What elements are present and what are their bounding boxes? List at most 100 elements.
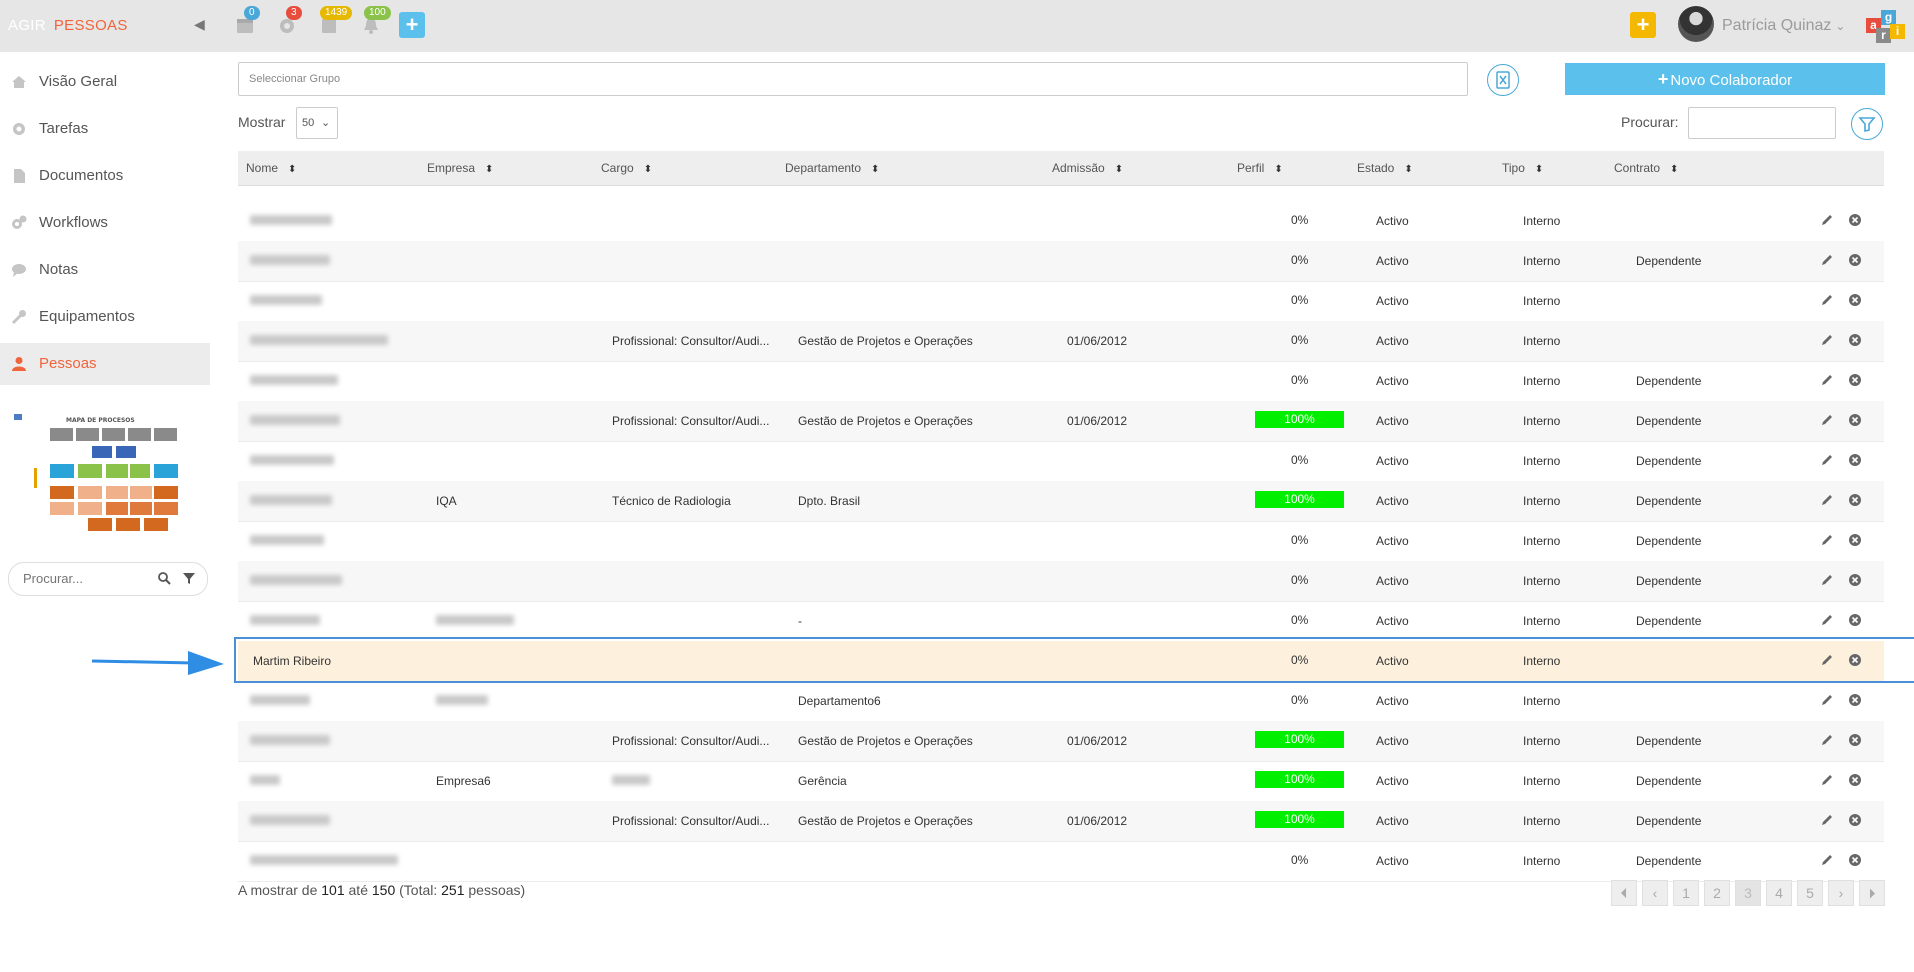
column-header-tipo[interactable]: Tipo ⬍ bbox=[1502, 161, 1543, 175]
delete-icon[interactable] bbox=[1848, 253, 1862, 267]
edit-pencil-icon[interactable] bbox=[1820, 613, 1834, 627]
sidebar-item-pessoas[interactable]: Pessoas bbox=[0, 343, 210, 385]
calendar-icon[interactable]: 0 bbox=[234, 6, 260, 36]
process-map-thumbnail[interactable]: MAPA DE PROCESOS bbox=[12, 410, 182, 540]
user-menu[interactable]: Patrícia Quinaz ⌄ bbox=[1722, 17, 1845, 35]
highlighted-row-outline bbox=[234, 637, 1914, 683]
delete-icon[interactable] bbox=[1848, 373, 1862, 387]
search-icon[interactable] bbox=[157, 571, 171, 588]
pager-next-button[interactable]: › bbox=[1828, 880, 1854, 906]
delete-icon[interactable] bbox=[1848, 693, 1862, 707]
edit-pencil-icon[interactable] bbox=[1820, 493, 1834, 507]
column-header-empresa[interactable]: Empresa ⬍ bbox=[427, 161, 493, 175]
sidebar-item-documentos[interactable]: Documentos bbox=[0, 155, 210, 197]
delete-icon[interactable] bbox=[1848, 213, 1862, 227]
table-row[interactable]: Departamento6 Activo Interno 0% bbox=[238, 681, 1884, 722]
table-row[interactable]: Activo Interno Dependente 0% bbox=[238, 561, 1884, 602]
edit-pencil-icon[interactable] bbox=[1820, 333, 1834, 347]
page-size-select[interactable]: 50 ⌄ bbox=[296, 107, 338, 139]
pager-page-1[interactable]: 1 bbox=[1673, 880, 1699, 906]
edit-pencil-icon[interactable] bbox=[1820, 253, 1834, 267]
table-row[interactable]: Profissional: Consultor/Audi... Gestão de… bbox=[238, 401, 1884, 442]
column-header-departamento[interactable]: Departamento ⬍ bbox=[785, 161, 879, 175]
column-header-nome[interactable]: Nome ⬍ bbox=[246, 161, 296, 175]
sidebar-item-workflows[interactable]: Workflows bbox=[0, 202, 210, 244]
redacted-name bbox=[250, 255, 330, 265]
table-row[interactable]: Profissional: Consultor/Audi... Gestão de… bbox=[238, 721, 1884, 762]
pager-page-2[interactable]: 2 bbox=[1704, 880, 1730, 906]
edit-pencil-icon[interactable] bbox=[1820, 373, 1834, 387]
table-row[interactable]: IQA Técnico de Radiologia Dpto. Brasil Acti… bbox=[238, 481, 1884, 522]
brand-logo[interactable]: AGIR PESSOAS bbox=[8, 17, 128, 34]
add-shortcut-button[interactable]: + bbox=[1630, 12, 1656, 38]
sidebar-item-tarefas[interactable]: Tarefas bbox=[0, 108, 210, 150]
sidebar-item-notas[interactable]: Notas bbox=[0, 249, 210, 291]
sidebar-search[interactable] bbox=[8, 562, 208, 596]
bell-icon[interactable]: 100 bbox=[360, 6, 391, 36]
table-row[interactable]: Empresa6 Gerência Activo Interno Dependente 1… bbox=[238, 761, 1884, 802]
quick-add-button[interactable]: + bbox=[399, 12, 425, 38]
tasks-icon[interactable]: 1439 bbox=[318, 6, 353, 36]
edit-pencil-icon[interactable] bbox=[1820, 853, 1834, 867]
filter-icon[interactable] bbox=[182, 571, 196, 588]
column-header-contrato[interactable]: Contrato ⬍ bbox=[1614, 161, 1678, 175]
delete-icon[interactable] bbox=[1848, 533, 1862, 547]
column-header-cargo[interactable]: Cargo ⬍ bbox=[601, 161, 652, 175]
delete-icon[interactable] bbox=[1848, 853, 1862, 867]
pager-page-5[interactable]: 5 bbox=[1797, 880, 1823, 906]
table-row[interactable]: Activo Interno Dependente 0% bbox=[238, 361, 1884, 402]
delete-icon[interactable] bbox=[1848, 813, 1862, 827]
pager-last-button[interactable]: ⏵ bbox=[1859, 880, 1885, 906]
collapse-sidebar-icon[interactable]: ◀ bbox=[194, 16, 205, 33]
edit-pencil-icon[interactable] bbox=[1820, 573, 1834, 587]
table-row[interactable]: - Activo Interno Dependente 0% bbox=[238, 601, 1884, 642]
gear-icon bbox=[10, 120, 28, 138]
table-row[interactable]: Activo Interno 0% bbox=[238, 281, 1884, 322]
sidebar-item-visao-geral[interactable]: Visão Geral bbox=[0, 61, 210, 103]
delete-icon[interactable] bbox=[1848, 493, 1862, 507]
edit-pencil-icon[interactable] bbox=[1820, 693, 1834, 707]
delete-icon[interactable] bbox=[1848, 453, 1862, 467]
edit-pencil-icon[interactable] bbox=[1820, 773, 1834, 787]
pager-page-4[interactable]: 4 bbox=[1766, 880, 1792, 906]
column-header-perfil[interactable]: Perfil ⬍ bbox=[1237, 161, 1283, 175]
edit-pencil-icon[interactable] bbox=[1820, 213, 1834, 227]
table-row[interactable]: Profissional: Consultor/Audi... Gestão de… bbox=[238, 321, 1884, 362]
table-row[interactable]: Activo Interno 0% bbox=[238, 201, 1884, 242]
column-header-admissao[interactable]: Admissão ⬍ bbox=[1052, 161, 1123, 175]
delete-icon[interactable] bbox=[1848, 293, 1862, 307]
group-select[interactable]: Seleccionar Grupo bbox=[238, 62, 1468, 96]
sidebar-item-equipamentos[interactable]: Equipamentos bbox=[0, 296, 210, 338]
delete-icon[interactable] bbox=[1848, 733, 1862, 747]
table-row[interactable]: Activo Interno Dependente 0% bbox=[238, 441, 1884, 482]
sidebar-item-label: Pessoas bbox=[39, 355, 97, 372]
table-row[interactable]: Activo Interno Dependente 0% bbox=[238, 521, 1884, 562]
delete-icon[interactable] bbox=[1848, 413, 1862, 427]
export-excel-button[interactable] bbox=[1487, 64, 1519, 96]
table-row[interactable]: Activo Interno Dependente 0% bbox=[238, 241, 1884, 282]
sort-icon: ⬍ bbox=[1534, 164, 1544, 175]
pager-prev-button[interactable]: ‹ bbox=[1642, 880, 1668, 906]
edit-pencil-icon[interactable] bbox=[1820, 813, 1834, 827]
table-row[interactable]: Profissional: Consultor/Audi... Gestão de… bbox=[238, 801, 1884, 842]
edit-pencil-icon[interactable] bbox=[1820, 533, 1834, 547]
pager-page-3[interactable]: 3 bbox=[1735, 880, 1761, 906]
edit-pencil-icon[interactable] bbox=[1820, 453, 1834, 467]
settings-icon[interactable]: 3 bbox=[276, 6, 302, 36]
edit-pencil-icon[interactable] bbox=[1820, 413, 1834, 427]
delete-icon[interactable] bbox=[1848, 773, 1862, 787]
pager-first-button[interactable]: ⏴ bbox=[1611, 880, 1637, 906]
search-input[interactable] bbox=[1688, 107, 1836, 139]
table-row[interactable]: Activo Interno Dependente 0% bbox=[238, 841, 1884, 882]
advanced-filter-button[interactable] bbox=[1851, 108, 1883, 140]
cell-tipo: Interno bbox=[1523, 494, 1561, 508]
edit-pencil-icon[interactable] bbox=[1820, 733, 1834, 747]
delete-icon[interactable] bbox=[1848, 573, 1862, 587]
delete-icon[interactable] bbox=[1848, 613, 1862, 627]
edit-pencil-icon[interactable] bbox=[1820, 293, 1834, 307]
avatar[interactable] bbox=[1678, 6, 1714, 42]
new-employee-button[interactable]: + Novo Colaborador bbox=[1565, 63, 1885, 95]
column-header-estado[interactable]: Estado ⬍ bbox=[1357, 161, 1413, 175]
sidebar-search-input[interactable] bbox=[21, 570, 145, 587]
delete-icon[interactable] bbox=[1848, 333, 1862, 347]
